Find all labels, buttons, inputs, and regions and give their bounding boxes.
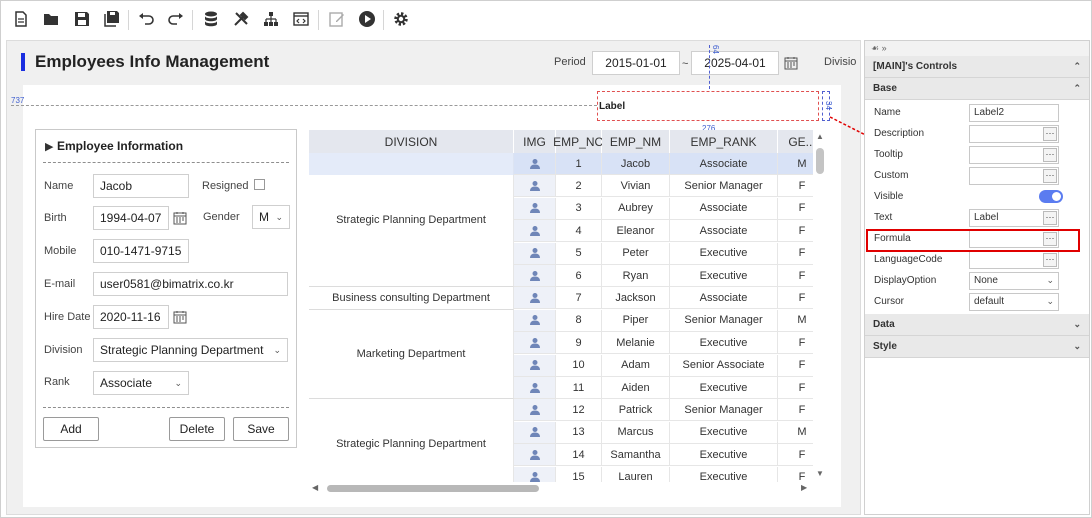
prop-value-text: Label xyxy=(974,212,999,223)
chevron-down-icon: ⌄ xyxy=(1046,275,1054,285)
prop-name: Description xyxy=(874,128,925,139)
ellipsis-button[interactable]: ··· xyxy=(1043,126,1057,141)
chevron-up-icon: ⌃ xyxy=(1073,83,1081,93)
prop-value-custom[interactable]: ··· xyxy=(969,166,1059,185)
prop-name: Custom xyxy=(874,170,909,181)
chevron-down-icon: ⌄ xyxy=(1073,341,1081,351)
prop-name: Name xyxy=(874,107,901,118)
prop-value-cursor[interactable]: default ⌄ xyxy=(969,292,1059,311)
ellipsis-button[interactable]: ··· xyxy=(1043,252,1057,267)
pin-icon[interactable]: ☙ xyxy=(871,43,879,53)
prop-value-text: default xyxy=(974,296,1005,307)
prop-value-description[interactable]: ··· xyxy=(969,124,1059,143)
prop-row-visible: Visible xyxy=(865,186,1089,207)
chevron-down-icon: ⌄ xyxy=(1073,319,1081,329)
prop-row-text: Text Label ··· xyxy=(865,207,1089,228)
prop-row-custom: Custom ··· xyxy=(865,165,1089,186)
controls-title: [MAIN]'s Controls xyxy=(873,61,958,72)
prop-value-displayoption[interactable]: None ⌄ xyxy=(969,271,1059,290)
base-section-title: Base xyxy=(873,83,897,94)
prop-name: Text xyxy=(874,212,893,223)
prop-name: Visible xyxy=(874,191,904,202)
prop-value-text: None xyxy=(974,275,998,286)
chevron-up-icon: ⌃ xyxy=(1073,61,1081,71)
prop-row-description: Description ··· xyxy=(865,123,1089,144)
prop-value-name[interactable]: Label2 xyxy=(969,103,1059,122)
prop-value-languagecode[interactable]: ··· xyxy=(969,250,1059,269)
prop-value-text: Label2 xyxy=(974,107,1005,118)
controls-header[interactable]: [MAIN]'s Controls ⌃ xyxy=(865,56,1089,78)
data-section-header[interactable]: Data ⌄ xyxy=(865,314,1089,336)
prop-row-displayoption: DisplayOption None ⌄ xyxy=(865,270,1089,291)
prop-value-tooltip[interactable]: ··· xyxy=(969,145,1059,164)
style-section-title: Style xyxy=(873,341,897,352)
prop-row-tooltip: Tooltip ··· xyxy=(865,144,1089,165)
prop-row-cursor: Cursor default ⌄ xyxy=(865,291,1089,312)
style-section-header[interactable]: Style ⌄ xyxy=(865,336,1089,358)
formula-highlight-box xyxy=(866,229,1080,252)
prop-row-languagecode: LanguageCode ··· xyxy=(865,249,1089,270)
ellipsis-button[interactable]: ··· xyxy=(1043,168,1057,183)
prop-name: LanguageCode xyxy=(874,254,943,265)
chevron-down-icon: ⌄ xyxy=(1046,296,1054,306)
visible-toggle[interactable] xyxy=(1039,190,1063,203)
panel-pin-bar: ☙ » xyxy=(865,41,1089,56)
prop-value-text[interactable]: Label ··· xyxy=(969,208,1059,227)
data-section-title: Data xyxy=(873,319,895,330)
toggle-knob xyxy=(1052,192,1061,201)
prop-name: DisplayOption xyxy=(874,275,937,286)
prop-name: Tooltip xyxy=(874,149,903,160)
prop-row-name: Name Label2 xyxy=(865,102,1089,123)
properties-panel: ☙ » [MAIN]'s Controls ⌃ Base ⌃ Name Label2 D… xyxy=(864,40,1090,515)
expand-icon[interactable]: » xyxy=(882,43,887,53)
base-section-header[interactable]: Base ⌃ xyxy=(865,78,1089,100)
prop-name: Cursor xyxy=(874,296,905,307)
ellipsis-button[interactable]: ··· xyxy=(1043,210,1057,225)
ellipsis-button[interactable]: ··· xyxy=(1043,147,1057,162)
